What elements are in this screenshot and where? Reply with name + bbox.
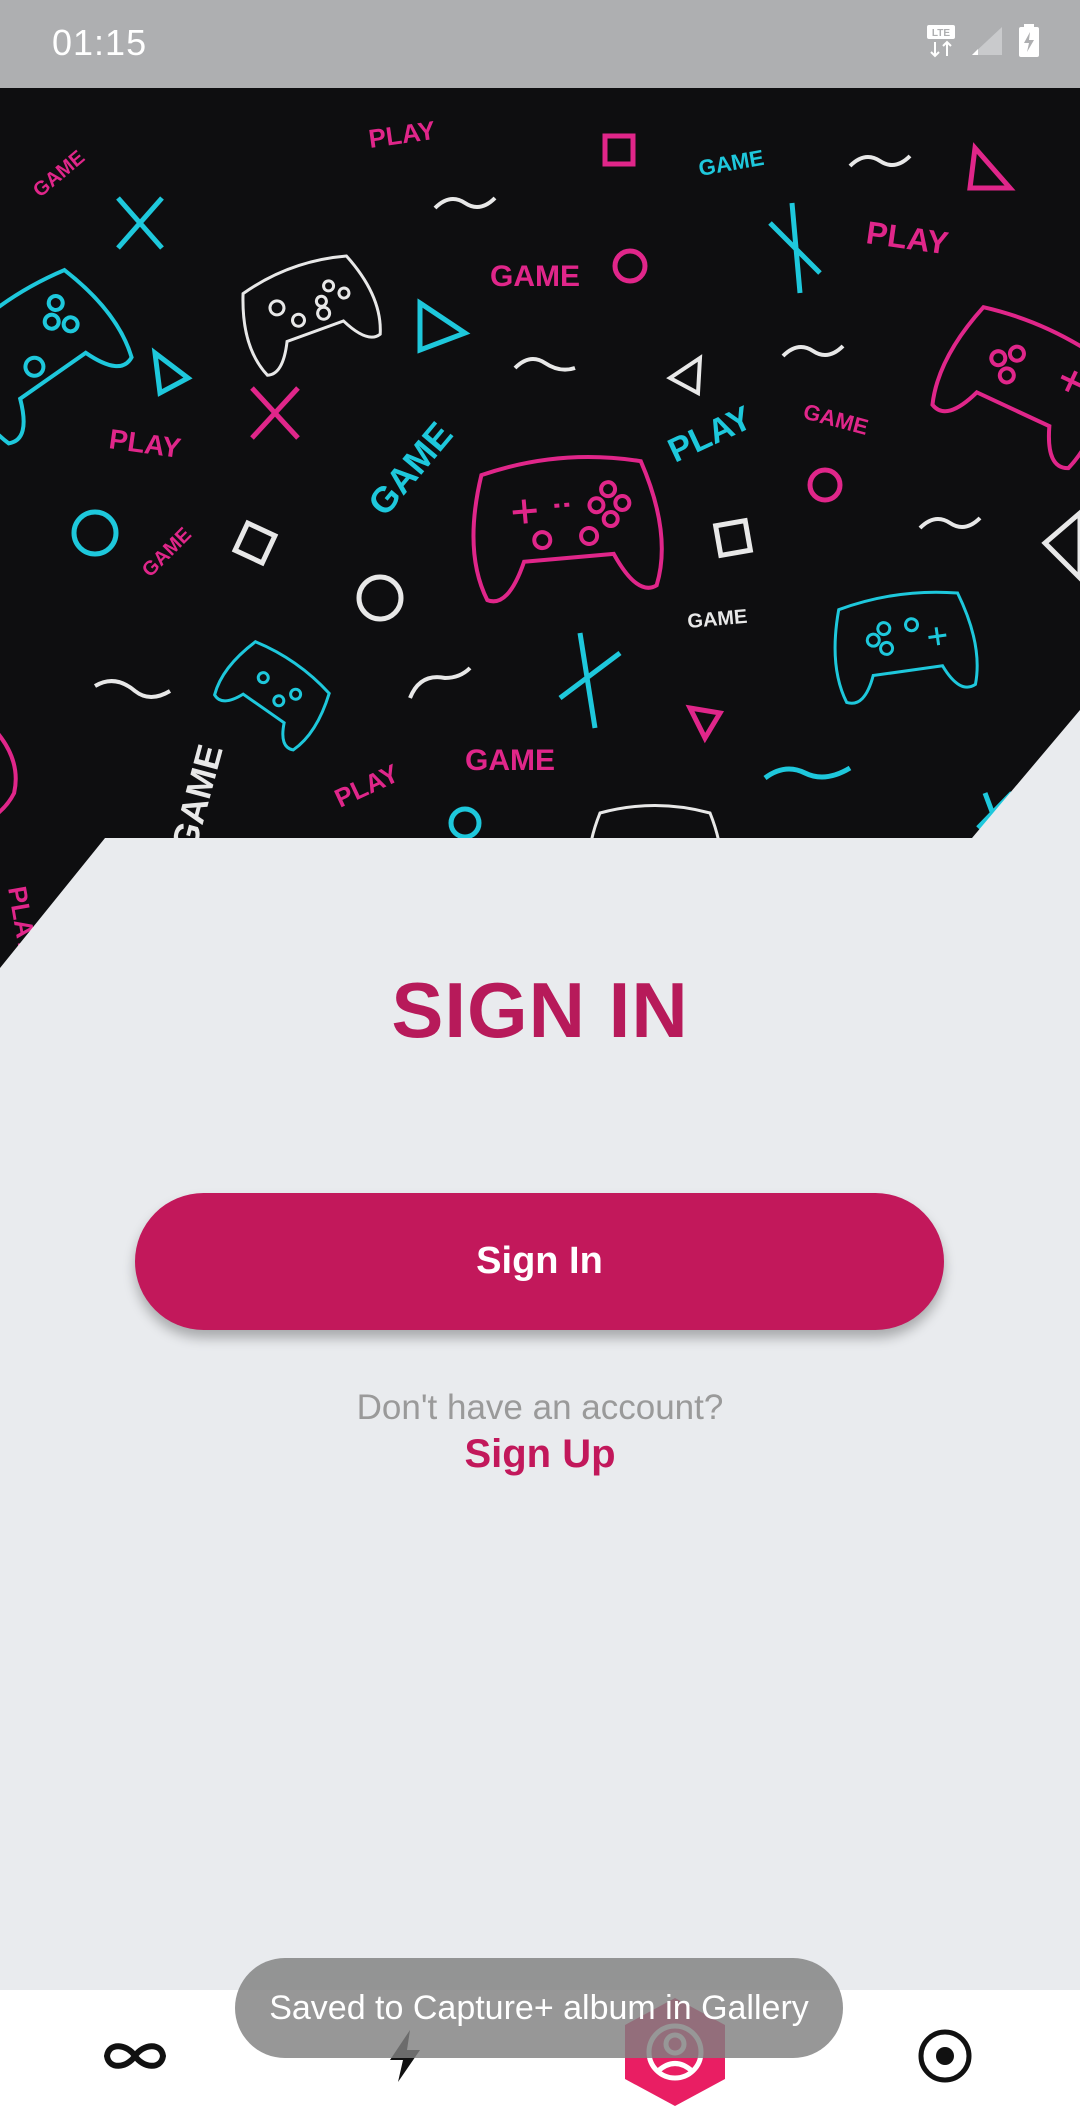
sign-in-button[interactable]: Sign In bbox=[135, 1193, 944, 1330]
pattern-word: GAME bbox=[687, 606, 749, 633]
svg-text:LTE: LTE bbox=[932, 28, 950, 39]
pattern-word: GAME bbox=[163, 740, 231, 855]
nav-item-record[interactable] bbox=[875, 1990, 1015, 2122]
toast-message: Saved to Capture+ album in Gallery bbox=[235, 1958, 843, 2058]
infinity-icon bbox=[103, 2043, 167, 2069]
lte-icon: LTE bbox=[927, 25, 955, 58]
pattern-word: PLAY bbox=[367, 115, 437, 154]
hero-banner: GAME PLAY GAME PLAY GAME PLAY GAME GAME … bbox=[0, 88, 1080, 968]
pattern-word: GAME bbox=[29, 146, 89, 201]
pattern-word: GAME bbox=[138, 524, 196, 582]
pattern-word: GAME bbox=[490, 260, 580, 293]
pattern-word: GAME bbox=[360, 414, 461, 523]
nav-item-infinity[interactable] bbox=[65, 1990, 205, 2122]
status-icons: LTE bbox=[926, 24, 1040, 58]
sign-up-link[interactable]: Sign Up bbox=[0, 1432, 1080, 1477]
record-icon bbox=[918, 2029, 972, 2083]
page-title: SIGN IN bbox=[391, 966, 689, 1054]
signal-icon bbox=[972, 27, 1002, 55]
pattern-word: GAME bbox=[697, 145, 766, 181]
pattern-word: PLAY bbox=[107, 423, 183, 464]
no-account-text: Don't have an account? bbox=[356, 1388, 724, 1427]
game-pattern: GAME PLAY GAME PLAY GAME PLAY GAME GAME … bbox=[0, 115, 1080, 955]
battery-charging-icon bbox=[1019, 24, 1039, 57]
pattern-word: GAME bbox=[801, 399, 871, 440]
status-bar: 01:15 LTE bbox=[0, 0, 1080, 88]
status-time: 01:15 bbox=[52, 22, 148, 63]
pattern-word: PLAY bbox=[2, 884, 43, 955]
pattern-word: PLAY bbox=[662, 399, 758, 471]
pattern-word: PLAY bbox=[330, 758, 403, 813]
pattern-word: PLAY bbox=[864, 214, 951, 261]
pattern-word: GAME bbox=[465, 744, 555, 777]
